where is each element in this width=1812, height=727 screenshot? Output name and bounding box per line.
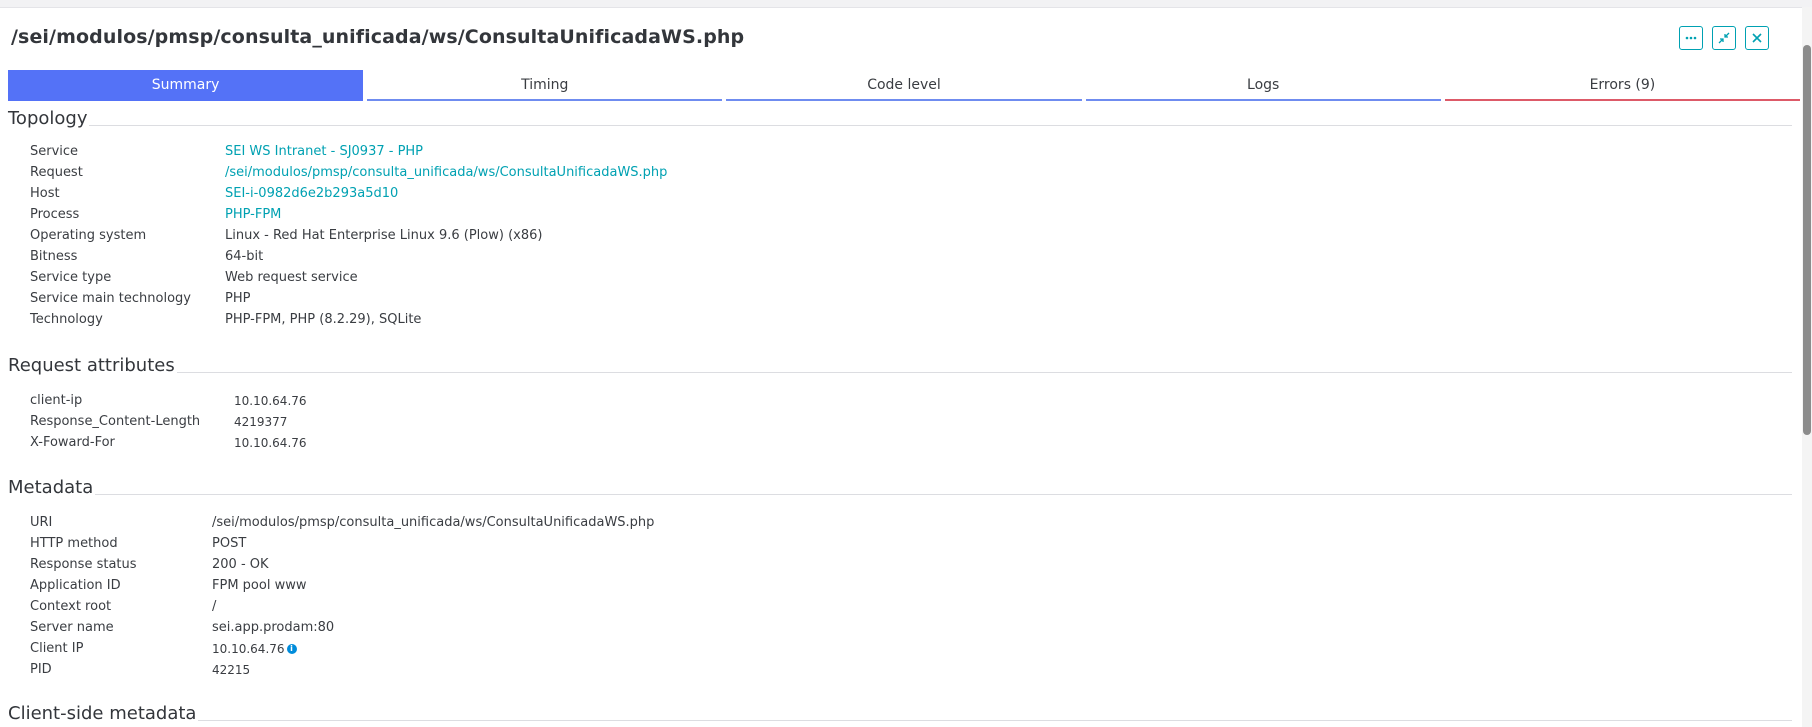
service-type-key: Service type — [30, 270, 112, 285]
main-tech-value: PHP — [225, 291, 251, 306]
collapse-arrows-icon — [1718, 32, 1730, 44]
list-item: Service type Web request service — [30, 267, 667, 288]
client-side-metadata-section: Client-side metadata — [8, 703, 1792, 727]
pid-key: PID — [30, 662, 52, 677]
section-title: Request attributes — [8, 355, 177, 376]
list-item: Process PHP-FPM — [30, 204, 667, 225]
request-attributes-section: Request attributes — [8, 355, 1792, 379]
list-item: Context root / — [30, 596, 654, 617]
list-item: Response_Content-Length 4219377 — [30, 411, 307, 432]
service-type-value: Web request service — [225, 270, 358, 285]
list-item: Client IP 10.10.64.76 i — [30, 638, 654, 659]
divider — [8, 372, 1792, 373]
section-title: Client-side metadata — [8, 703, 199, 724]
section-header: Topology — [8, 108, 1792, 132]
http-method-value: POST — [212, 536, 247, 551]
host-key: Host — [30, 186, 60, 201]
section-header: Metadata — [8, 477, 1792, 501]
service-link[interactable]: SEI WS Intranet - SJ0937 - PHP — [225, 144, 423, 159]
response-status-value: 200 - OK — [212, 557, 269, 572]
top-strip — [0, 0, 1812, 8]
client-ip-key: Client IP — [30, 641, 84, 656]
list-item: Host SEI-i-0982d6e2b293a5d10 — [30, 183, 667, 204]
content-length-key: Response_Content-Length — [30, 414, 201, 429]
divider — [8, 494, 1792, 495]
metadata-section: Metadata — [8, 477, 1792, 501]
application-id-value: FPM pool www — [212, 578, 307, 593]
os-key: Operating system — [30, 228, 147, 243]
list-item: Request/sei/modulos/pmsp/consulta_unific… — [30, 162, 667, 183]
topology-section: Topology — [8, 108, 1792, 132]
section-header: Client-side metadata — [8, 703, 1792, 727]
list-item: Operating system Linux - Red Hat Enterpri… — [30, 225, 667, 246]
section-header: Request attributes — [8, 355, 1792, 379]
client-ip-value: 10.10.64.76 — [212, 641, 285, 656]
more-button[interactable] — [1679, 26, 1703, 50]
list-item: client-ip 10.10.64.76 — [30, 390, 307, 411]
window-controls — [1679, 26, 1769, 50]
divider — [8, 125, 1792, 126]
os-value: Linux - Red Hat Enterprise Linux 9.6 (Pl… — [225, 228, 543, 243]
tab-timing[interactable]: Timing — [367, 70, 723, 101]
collapse-button[interactable] — [1712, 26, 1736, 50]
request-attributes-list: client-ip 10.10.64.76 Response_Content-Le… — [30, 390, 307, 453]
info-icon[interactable]: i — [286, 643, 297, 654]
list-item: Application ID FPM pool www — [30, 575, 654, 596]
bitness-key: Bitness — [30, 249, 78, 264]
server-name-key: Server name — [30, 620, 114, 635]
response-status-key: Response status — [30, 557, 137, 572]
client-ip-value: 10.10.64.76 — [234, 393, 307, 408]
scrollbar-thumb[interactable] — [1803, 45, 1811, 435]
list-item: Server name sei.app.prodam:80 — [30, 617, 654, 638]
list-item: Service SEI WS Intranet - SJ0937 - PHP — [30, 141, 667, 162]
content-length-value: 4219377 — [234, 414, 288, 429]
uri-key: URI — [30, 515, 53, 530]
context-root-key: Context root — [30, 599, 112, 614]
tab-code-level[interactable]: Code level — [726, 70, 1082, 101]
uri-value: /sei/modulos/pmsp/consulta_unificada/ws/… — [212, 515, 655, 530]
request-link[interactable]: /sei/modulos/pmsp/consulta_unificada/ws/… — [225, 165, 667, 180]
list-item: URI/sei/modulos/pmsp/consulta_unificada/… — [30, 512, 654, 533]
bitness-value: 64-bit — [225, 249, 264, 264]
host-link[interactable]: SEI-i-0982d6e2b293a5d10 — [225, 186, 398, 201]
divider — [8, 720, 1792, 721]
list-item: Response status 200 - OK — [30, 554, 654, 575]
section-title: Topology — [8, 108, 90, 129]
technology-value: PHP-FPM, PHP (8.2.29), SQLite — [225, 312, 422, 327]
application-id-key: Application ID — [30, 578, 121, 593]
http-method-key: HTTP method — [30, 536, 118, 551]
topology-list: Service SEI WS Intranet - SJ0937 - PHP Re… — [30, 141, 667, 330]
close-button[interactable] — [1745, 26, 1769, 50]
page-title: /sei/modulos/pmsp/consulta_unificada/ws/… — [11, 26, 745, 48]
server-name-value: sei.app.prodam:80 — [212, 620, 335, 635]
list-item: HTTP method POST — [30, 533, 654, 554]
main-tech-key: Service main technology — [30, 291, 191, 306]
list-item: Technology PHP-FPM, PHP (8.2.29), SQLite — [30, 309, 667, 330]
list-item: Service main technology PHP — [30, 288, 667, 309]
tab-errors[interactable]: Errors (9) — [1444, 70, 1801, 101]
ellipsis-icon — [1685, 36, 1697, 40]
service-key: Service — [30, 144, 79, 159]
context-root-value: / — [212, 599, 217, 614]
technology-key: Technology — [30, 312, 103, 327]
forward-for-value: 10.10.64.76 — [234, 435, 307, 450]
list-item: Bitness 64-bit — [30, 246, 667, 267]
tab-bar: Summary Timing Code level Logs Errors (9… — [8, 70, 1801, 101]
list-item: X-Foward-For 10.10.64.76 — [30, 432, 307, 453]
request-key: Request — [30, 165, 83, 180]
process-key: Process — [30, 207, 80, 222]
pid-value: 42215 — [212, 662, 251, 677]
section-title: Metadata — [8, 477, 96, 498]
tab-summary[interactable]: Summary — [8, 70, 364, 101]
metadata-list: URI/sei/modulos/pmsp/consulta_unificada/… — [30, 512, 654, 680]
close-icon — [1752, 33, 1762, 43]
client-ip-key: client-ip — [30, 393, 83, 408]
tab-logs[interactable]: Logs — [1085, 70, 1441, 101]
forward-for-key: X-Foward-For — [30, 435, 115, 450]
list-item: PID 42215 — [30, 659, 654, 680]
process-link[interactable]: PHP-FPM — [225, 207, 281, 222]
